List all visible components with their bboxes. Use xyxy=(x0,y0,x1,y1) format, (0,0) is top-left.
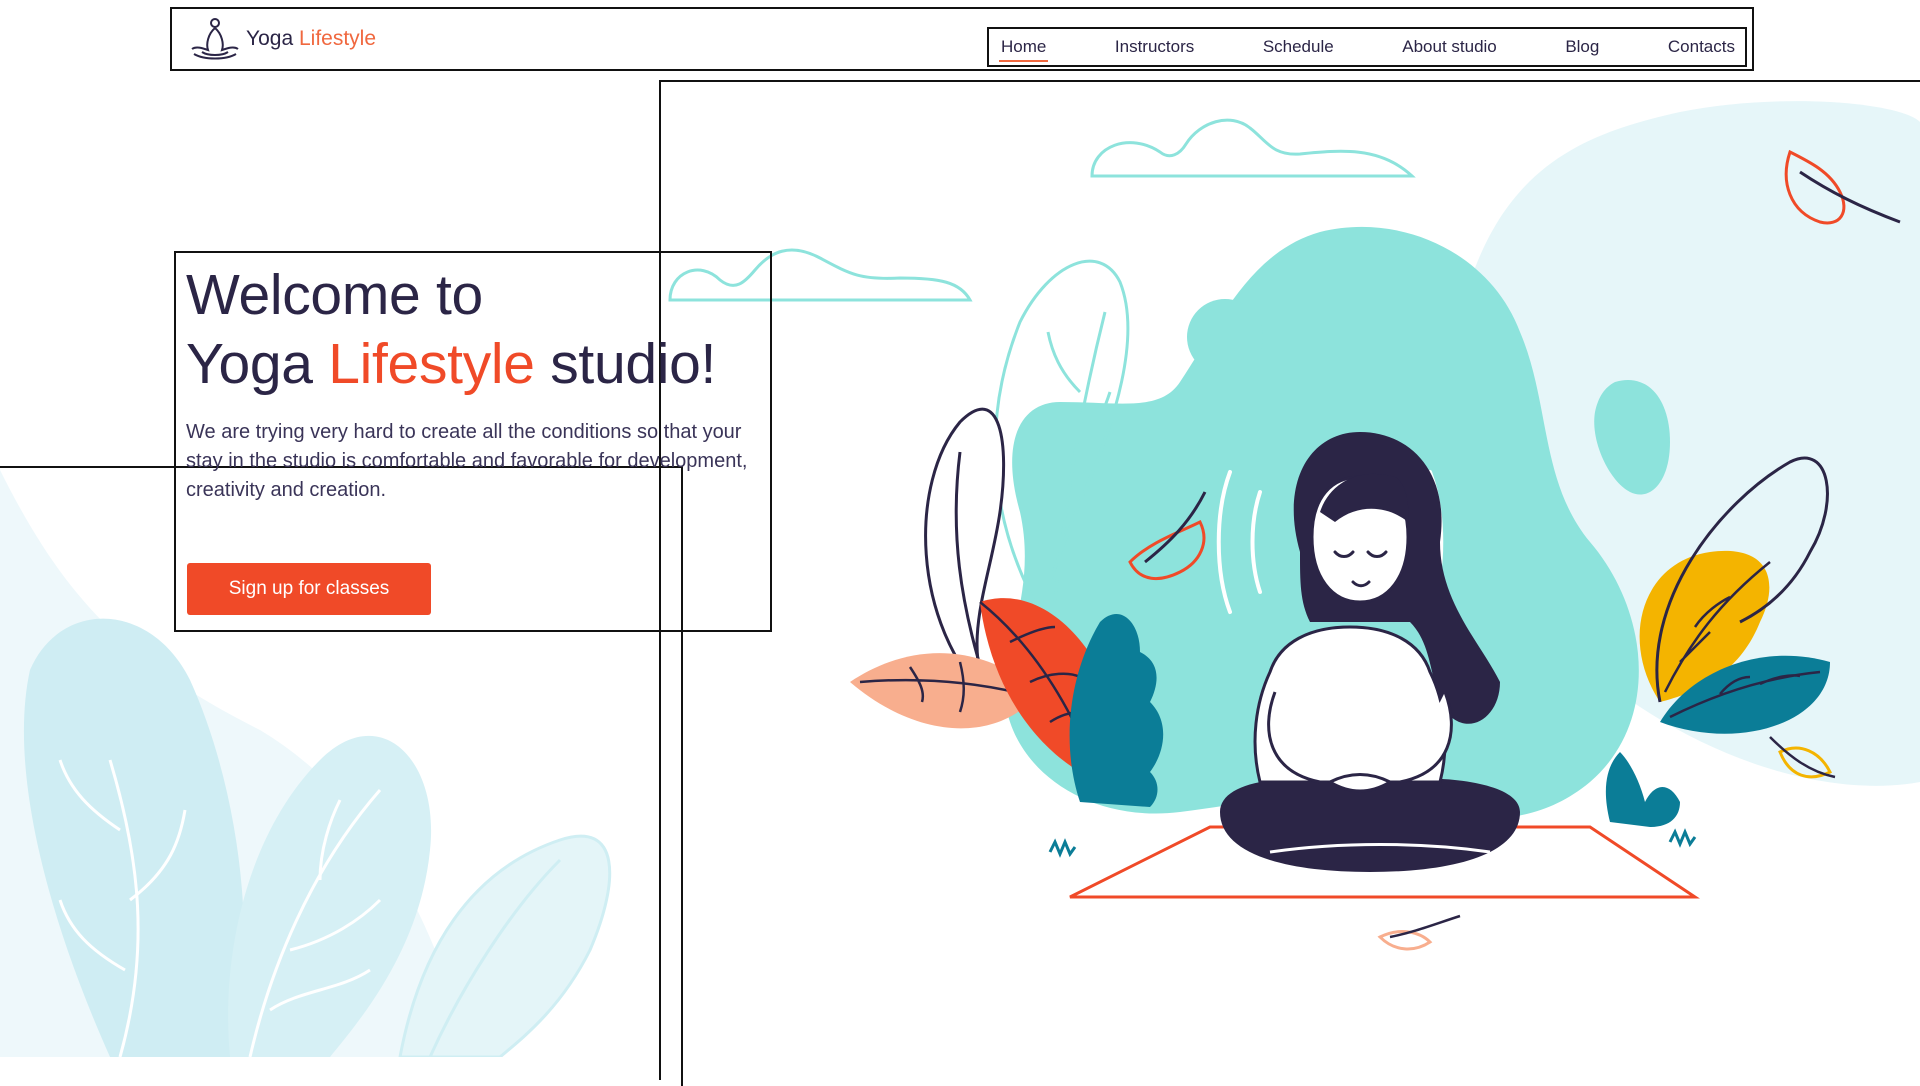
brand-name: Yoga Lifestyle xyxy=(246,27,376,51)
hero-title-line1: Welcome to xyxy=(186,263,483,327)
main-navigation: Home Instructors Schedule About studio B… xyxy=(987,27,1747,67)
woman-meditating-illustration xyxy=(668,101,1920,951)
nav-item-instructors[interactable]: Instructors xyxy=(1113,37,1196,57)
hero-description: We are trying very hard to create all th… xyxy=(186,421,748,501)
hero-title-accent: Lifestyle xyxy=(328,332,535,396)
site-header: Yoga Lifestyle Home Instructors Schedule… xyxy=(170,7,1754,71)
hero-title: Welcome to Yoga Lifestyle studio! xyxy=(186,261,776,399)
hero-title-word3: studio! xyxy=(550,332,717,396)
nav-item-schedule[interactable]: Schedule xyxy=(1261,37,1336,57)
nav-item-about-studio[interactable]: About studio xyxy=(1400,37,1499,57)
nav-item-blog[interactable]: Blog xyxy=(1563,37,1601,57)
brand-name-part1: Yoga xyxy=(246,27,294,50)
brand-logo[interactable]: Yoga Lifestyle xyxy=(188,11,376,67)
hero-section: Welcome to Yoga Lifestyle studio! We are… xyxy=(174,251,772,632)
nav-item-contacts[interactable]: Contacts xyxy=(1666,37,1737,57)
hero-title-word1: Yoga xyxy=(186,332,313,396)
meditation-logo-icon xyxy=(191,18,239,60)
nav-item-home[interactable]: Home xyxy=(999,37,1049,62)
brand-name-part2: Lifestyle xyxy=(298,27,377,50)
sign-up-button[interactable]: Sign up for classes xyxy=(187,563,431,615)
